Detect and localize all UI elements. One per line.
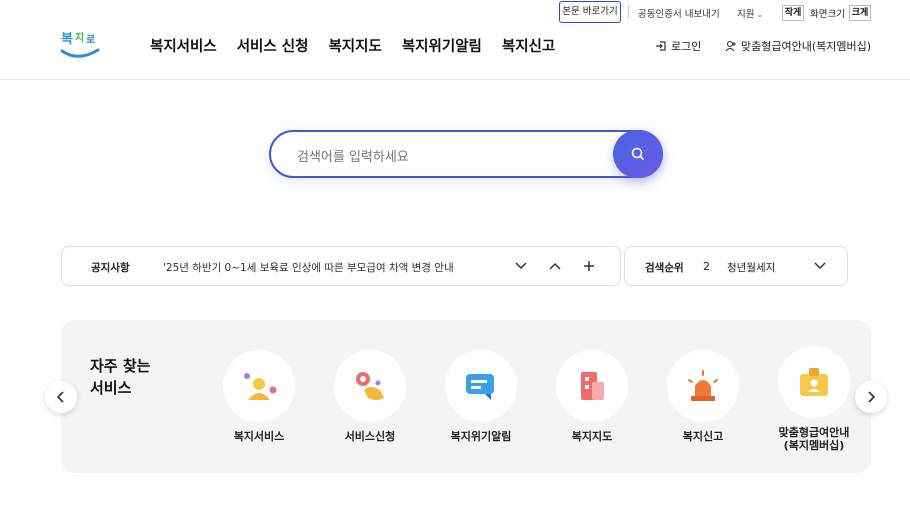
logo-icon: 복 지 로 bbox=[60, 31, 100, 58]
membership-link[interactable]: 맞춤형급여안내(복지멤버십) bbox=[725, 38, 871, 54]
rank-term[interactable]: 청년월세지원 bbox=[727, 260, 775, 275]
membership-icon bbox=[800, 368, 828, 396]
services-title-line1: 자주 찾는 bbox=[90, 357, 151, 375]
svg-text:로: 로 bbox=[86, 34, 95, 46]
carousel-next-button[interactable] bbox=[855, 381, 887, 413]
support-label: 지원 bbox=[737, 9, 755, 20]
notice-label: 공지사항 bbox=[91, 262, 130, 274]
cert-export-link[interactable]: 공동인증서 내보내기 bbox=[638, 6, 720, 20]
service-apply-icon bbox=[356, 372, 384, 400]
nav-item-welfare-map[interactable]: 복지지도 bbox=[328, 35, 381, 56]
notice-bar: 공지사항 '25년 하반기 0~1세 보육료 인상에 따른 부모급여 차액 변경… bbox=[61, 246, 621, 286]
chevron-left-icon bbox=[56, 391, 64, 403]
skip-to-content-link[interactable]: 본문 바로가기 bbox=[559, 1, 621, 23]
font-size-label: 화면크기 bbox=[810, 9, 845, 20]
nav-item-welfare-report[interactable]: 복지신고 bbox=[502, 35, 555, 56]
service-label: 복지신고 bbox=[682, 430, 724, 443]
notice-text[interactable]: '25년 하반기 0~1세 보육료 인상에 따른 부모급여 차액 변경 안내 bbox=[163, 260, 454, 275]
service-item-welfare-report[interactable]: 복지신고 bbox=[667, 350, 739, 443]
crisis-alert-icon bbox=[466, 374, 494, 400]
service-label: 복지지도 bbox=[571, 430, 613, 443]
rank-label: 검색순위 bbox=[645, 262, 684, 274]
search-rank-bar: 검색순위 2 청년월세지원 bbox=[624, 246, 848, 286]
utility-divider bbox=[628, 6, 629, 18]
chevron-up-icon bbox=[549, 262, 561, 270]
header: 복 지 로 복지서비스 서비스 신청 복지지도 복지위기알림 복지신고 로그인 … bbox=[0, 26, 910, 80]
svg-text:지: 지 bbox=[75, 31, 84, 44]
search-icon bbox=[631, 147, 644, 160]
nav-item-crisis-alert[interactable]: 복지위기알림 bbox=[402, 35, 482, 56]
welfare-service-icon bbox=[244, 373, 277, 400]
font-small-button[interactable]: 작게 bbox=[782, 5, 804, 21]
service-label: 맞춤형급여안내 (복지멤버십) bbox=[778, 426, 850, 452]
chevron-down-icon: ⌄ bbox=[756, 10, 764, 19]
main-nav: 복지서비스 서비스 신청 복지지도 복지위기알림 복지신고 bbox=[150, 35, 555, 56]
rank-number: 2 bbox=[703, 260, 710, 273]
notice-next-button[interactable] bbox=[512, 257, 530, 275]
membership-label: 맞춤형급여안내(복지멤버십) bbox=[741, 40, 872, 53]
login-link[interactable]: 로그인 bbox=[655, 38, 701, 54]
welfare-map-icon bbox=[581, 372, 604, 400]
service-label-line1: 맞춤형급여안내 bbox=[778, 426, 850, 439]
services-title: 자주 찾는 서비스 bbox=[90, 355, 150, 399]
service-item-membership[interactable]: 맞춤형급여안내 (복지멤버십) bbox=[778, 346, 850, 452]
chevron-right-icon bbox=[868, 391, 876, 403]
login-label: 로그인 bbox=[671, 40, 702, 53]
search-box[interactable]: 검색어를 입력하세요 bbox=[269, 130, 663, 178]
support-menu[interactable]: 지원 ⌄ bbox=[737, 6, 763, 20]
service-item-crisis-alert[interactable]: 복지위기알림 bbox=[445, 350, 517, 443]
rank-expand-button[interactable] bbox=[813, 258, 827, 278]
notice-more-button[interactable] bbox=[580, 257, 598, 275]
nav-item-welfare-service[interactable]: 복지서비스 bbox=[150, 35, 217, 56]
service-label: 서비스신청 bbox=[344, 430, 396, 443]
font-large-button[interactable]: 크게 bbox=[849, 5, 871, 21]
svg-text:복: 복 bbox=[61, 32, 73, 47]
search-input[interactable]: 검색어를 입력하세요 bbox=[297, 146, 409, 165]
logo[interactable]: 복 지 로 bbox=[58, 26, 102, 62]
welfare-report-icon bbox=[688, 370, 718, 401]
service-item-welfare-service[interactable]: 복지서비스 bbox=[223, 350, 295, 443]
plus-icon bbox=[584, 261, 594, 271]
service-label-line2: (복지멤버십) bbox=[783, 439, 845, 452]
service-item-welfare-map[interactable]: 복지지도 bbox=[556, 350, 628, 443]
service-label: 복지위기알림 bbox=[450, 430, 512, 443]
service-label: 복지서비스 bbox=[233, 430, 285, 443]
chevron-down-icon bbox=[814, 262, 826, 270]
chevron-down-icon bbox=[515, 262, 527, 270]
frequent-services-panel: 자주 찾는 서비스 복지서비스 서비스신청 복지위기알림 복지지도 복지신고 맞… bbox=[61, 320, 871, 473]
nav-item-service-apply[interactable]: 서비스 신청 bbox=[237, 35, 309, 56]
carousel-prev-button[interactable] bbox=[45, 381, 77, 413]
services-title-line2: 서비스 bbox=[90, 379, 132, 397]
user-icon bbox=[725, 40, 736, 52]
search-button[interactable] bbox=[613, 130, 663, 178]
notice-prev-button[interactable] bbox=[546, 257, 564, 275]
login-icon bbox=[656, 41, 666, 51]
utility-bar: 본문 바로가기 공동인증서 내보내기 지원 ⌄ 작게 화면크기 크게 bbox=[0, 0, 910, 26]
service-item-service-apply[interactable]: 서비스신청 bbox=[334, 350, 406, 443]
